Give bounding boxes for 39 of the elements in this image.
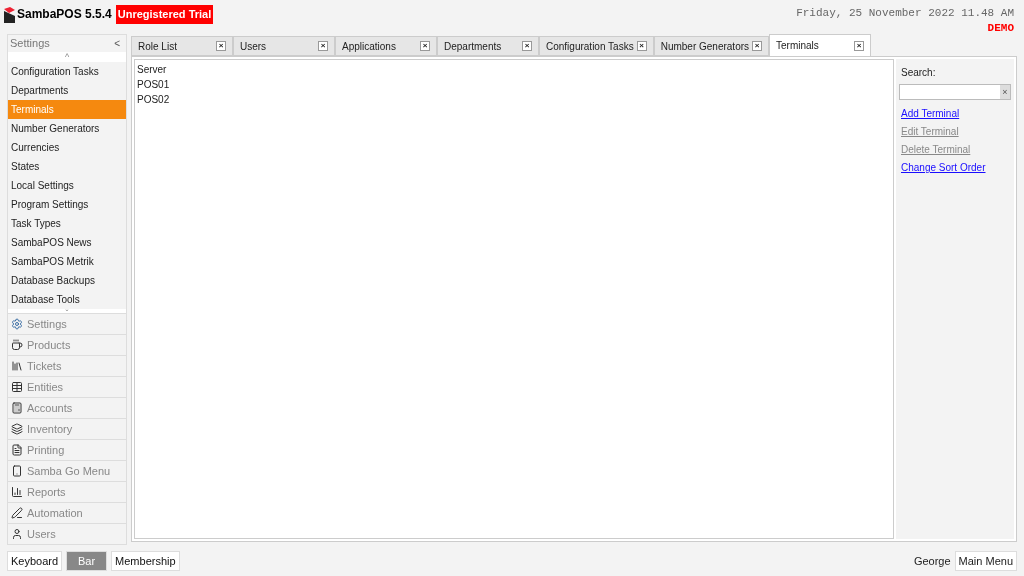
close-icon[interactable]: × (522, 41, 532, 51)
tab[interactable]: Departments × (437, 36, 539, 56)
settings-icon (11, 318, 23, 330)
collapse-button[interactable]: < (114, 35, 124, 51)
close-icon[interactable]: × (636, 41, 647, 51)
tab[interactable]: Terminals × (769, 34, 872, 56)
close-icon[interactable]: × (854, 40, 865, 51)
footer-button[interactable]: Membership (111, 551, 180, 571)
list-item[interactable]: POS01 (137, 77, 891, 92)
main-menu-button[interactable]: Main Menu (954, 551, 1017, 571)
logo-icon (4, 7, 15, 24)
footer-button[interactable]: Keyboard (7, 551, 63, 571)
users-icon (11, 528, 23, 540)
mobile-icon (11, 465, 23, 477)
clear-button[interactable]: × (1000, 85, 1010, 99)
list-item[interactable]: Server (137, 62, 891, 77)
close-icon[interactable]: × (216, 41, 226, 51)
tab[interactable]: Role List × (131, 36, 233, 56)
close-icon[interactable]: × (752, 41, 763, 51)
tab[interactable]: Number Generators × (653, 36, 770, 56)
search-label: Search: (900, 66, 937, 80)
trial-badge: Unregistered Trial (115, 5, 214, 24)
scroll-up-button[interactable]: ^ (64, 51, 70, 62)
user-name: George (913, 553, 951, 569)
tab[interactable]: Configuration Tasks × (539, 36, 654, 56)
panel-title: Settings (10, 36, 50, 51)
list-item[interactable]: POS02 (137, 92, 891, 107)
close-icon[interactable]: × (420, 41, 430, 51)
tab[interactable]: Users × (233, 36, 335, 56)
settings-item[interactable]: Configuration Tasks (8, 61, 126, 81)
tab[interactable]: Applications × (335, 36, 437, 56)
close-icon[interactable]: × (318, 41, 328, 51)
search-field[interactable]: × (899, 84, 1011, 100)
demo-label: DEMO (987, 21, 1014, 34)
action-link[interactable]: Change Sort Order (899, 160, 1011, 176)
action-link[interactable]: Add Terminal (899, 106, 1011, 122)
date-time: Friday, 25 November 2022 11.48 AM (796, 6, 1014, 21)
app-title: SambaPOS 5.5.4 (17, 6, 112, 24)
footer-button[interactable]: Bar (66, 551, 108, 571)
